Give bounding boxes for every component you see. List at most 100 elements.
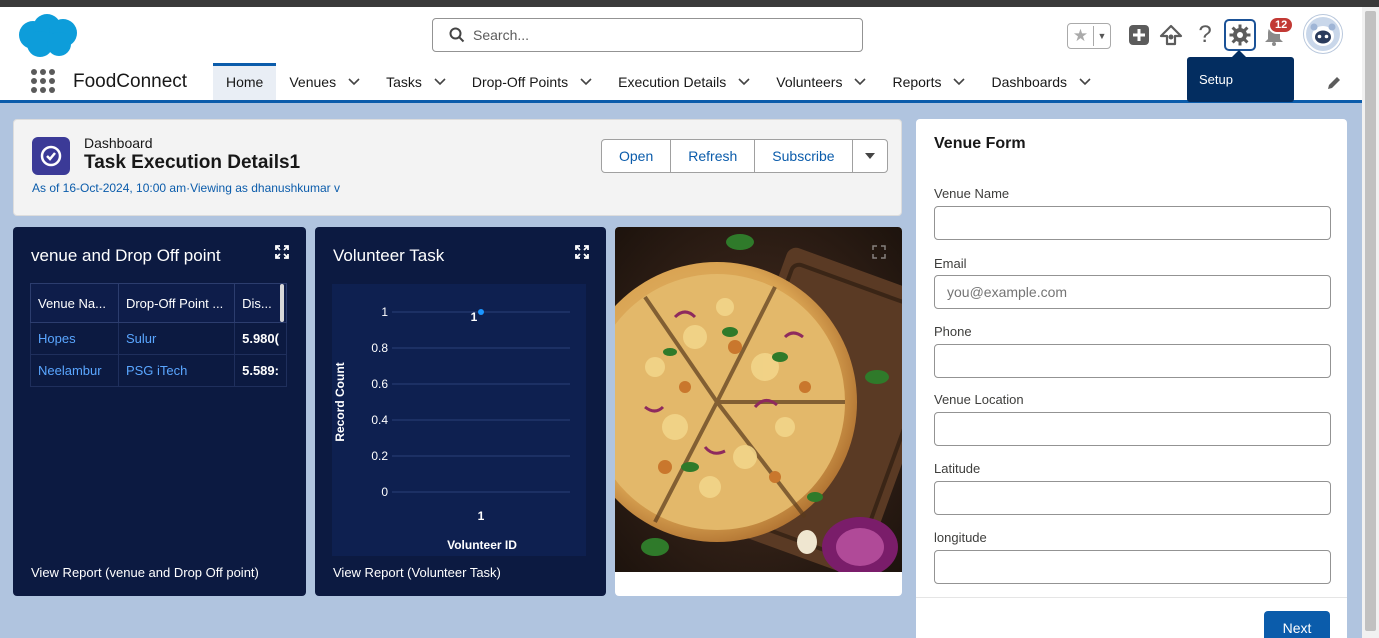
tab-label: Drop-Off Points bbox=[471, 73, 569, 90]
chevron-down-icon[interactable] bbox=[580, 77, 592, 86]
tab-label: Home bbox=[226, 73, 264, 90]
table-header-row: Venue Na... Drop-Off Point ... Dis... bbox=[30, 283, 287, 323]
latitude-field[interactable] bbox=[934, 481, 1331, 515]
global-search-input[interactable]: Search... bbox=[432, 18, 863, 52]
more-actions-button[interactable] bbox=[851, 139, 888, 173]
notification-badge: 12 bbox=[1268, 16, 1295, 34]
data-point[interactable] bbox=[478, 309, 484, 315]
tab-tasks[interactable]: Tasks bbox=[373, 63, 459, 100]
tab-dashboards[interactable]: Dashboards bbox=[978, 63, 1104, 100]
form-divider bbox=[916, 597, 1347, 598]
tab-label: Execution Details bbox=[618, 73, 727, 90]
column-header[interactable]: Dis... bbox=[234, 283, 287, 323]
help-button[interactable]: ? bbox=[1194, 19, 1216, 51]
next-button[interactable]: Next bbox=[1264, 611, 1330, 638]
app-launcher-icon[interactable] bbox=[31, 69, 55, 93]
chevron-down-icon[interactable] bbox=[1079, 77, 1091, 86]
distance-value: 5.589: bbox=[234, 354, 287, 387]
chevron-down-icon[interactable] bbox=[434, 77, 446, 86]
astro-avatar-icon bbox=[1306, 17, 1340, 51]
dashboard-subtitle: As of 16-Oct-2024, 10:00 am·Viewing as d… bbox=[32, 181, 340, 195]
y-tick-label: 0.6 bbox=[371, 377, 388, 391]
pizza-image bbox=[615, 227, 902, 577]
dropoff-link[interactable]: PSG iTech bbox=[117, 354, 236, 387]
y-tick-label: 0.8 bbox=[371, 341, 388, 355]
tab-drop-off-points[interactable]: Drop-Off Points bbox=[459, 63, 605, 100]
chevron-down-icon[interactable]: ▼ bbox=[1094, 31, 1110, 41]
phone-field[interactable] bbox=[934, 344, 1331, 378]
expand-icon[interactable] bbox=[275, 245, 289, 259]
column-header[interactable]: Drop-Off Point ... bbox=[117, 283, 236, 323]
dashboard-button-group: Open Refresh Subscribe bbox=[601, 139, 888, 173]
chevron-down-icon[interactable] bbox=[348, 77, 360, 86]
tab-volunteers[interactable]: Volunteers bbox=[763, 63, 879, 100]
nav-tabs: Home Venues Tasks Drop-Off Points Execution … bbox=[213, 63, 1104, 100]
tab-label: Venues bbox=[289, 73, 337, 90]
y-tick-label: 1 bbox=[381, 305, 388, 319]
gear-icon bbox=[1229, 24, 1251, 46]
dashboard-type-label: Dashboard bbox=[84, 135, 153, 151]
subscribe-button[interactable]: Subscribe bbox=[754, 139, 853, 173]
chevron-down-icon bbox=[864, 153, 875, 159]
open-button[interactable]: Open bbox=[601, 139, 672, 173]
global-actions-button[interactable] bbox=[1127, 19, 1151, 51]
email-label: Email bbox=[934, 256, 967, 271]
y-tick-label: 0.4 bbox=[371, 413, 388, 427]
venue-link[interactable]: Neelambur bbox=[30, 354, 119, 387]
setup-button[interactable] bbox=[1224, 19, 1256, 51]
help-icon: ? bbox=[1198, 21, 1212, 48]
tab-venues[interactable]: Venues bbox=[276, 63, 373, 100]
phone-label: Phone bbox=[934, 324, 972, 339]
chevron-down-icon[interactable] bbox=[953, 77, 966, 86]
tab-execution-details[interactable]: Execution Details bbox=[605, 63, 763, 100]
trailhead-button[interactable] bbox=[1158, 19, 1184, 51]
tab-label: Volunteers bbox=[776, 73, 843, 90]
edit-nav-pencil-icon[interactable] bbox=[1326, 75, 1342, 91]
volunteer-task-card: Volunteer Task 1 0.8 0.6 0.4 0.2 0 1 1 Record Co… bbox=[315, 227, 606, 596]
plus-square-icon bbox=[1129, 25, 1149, 45]
app-name: FoodConnect bbox=[73, 71, 188, 92]
longitude-field[interactable] bbox=[934, 550, 1331, 584]
email-field[interactable] bbox=[934, 275, 1331, 309]
card-title: Volunteer Task bbox=[333, 246, 445, 265]
salesforce-logo[interactable] bbox=[16, 13, 80, 59]
column-header[interactable]: Venue Na... bbox=[30, 283, 119, 323]
expand-icon[interactable] bbox=[872, 245, 886, 259]
y-axis-label: Record Count bbox=[333, 362, 347, 441]
venue-form-panel: Venue Form Venue Name Email Phone Venue … bbox=[916, 119, 1347, 638]
dashboard-title: Task Execution Details1 bbox=[84, 152, 301, 173]
refresh-button[interactable]: Refresh bbox=[670, 139, 756, 173]
view-report-link[interactable]: View Report (Volunteer Task) bbox=[333, 565, 501, 580]
chevron-down-icon[interactable] bbox=[854, 77, 867, 86]
venue-name-field[interactable] bbox=[934, 206, 1331, 240]
dropoff-link[interactable]: Sulur bbox=[117, 322, 236, 355]
user-avatar[interactable] bbox=[1304, 15, 1342, 53]
scrollbar-thumb[interactable] bbox=[1365, 11, 1376, 631]
chevron-down-icon[interactable] bbox=[738, 77, 750, 86]
data-label: 1 bbox=[471, 310, 478, 324]
card-title: venue and Drop Off point bbox=[31, 246, 221, 265]
view-report-link[interactable]: View Report (venue and Drop Off point) bbox=[31, 565, 259, 580]
venue-location-field[interactable] bbox=[934, 412, 1331, 446]
page-scrollbar[interactable] bbox=[1362, 7, 1379, 638]
venue-location-label: Venue Location bbox=[934, 392, 1024, 407]
tab-home[interactable]: Home bbox=[213, 63, 277, 100]
x-axis-label: Volunteer ID bbox=[447, 538, 517, 552]
pizza-image-card bbox=[615, 227, 902, 596]
app-nav-bar: FoodConnect Home Venues Tasks Drop-Off Poin… bbox=[0, 63, 1362, 103]
tab-reports[interactable]: Reports bbox=[879, 63, 978, 100]
star-icon: ★ bbox=[1068, 26, 1094, 46]
venue-link[interactable]: Hopes bbox=[30, 322, 119, 355]
expand-icon[interactable] bbox=[575, 245, 589, 259]
x-tick-label: 1 bbox=[478, 509, 485, 523]
table-row: Neelambur PSG iTech 5.589: bbox=[30, 354, 287, 387]
setup-tooltip: Setup bbox=[1187, 50, 1294, 102]
global-header: Search... ★ ▼ ? 12 bbox=[0, 7, 1362, 63]
scatter-chart: 1 0.8 0.6 0.4 0.2 0 1 1 Record Count Volunteer ID bbox=[333, 305, 570, 552]
dashboard-header: Dashboard Task Execution Details1 As of … bbox=[13, 119, 902, 216]
venue-dropoff-table: Venue Na... Drop-Off Point ... Dis... Ho… bbox=[30, 283, 287, 387]
favorites-button[interactable]: ★ ▼ bbox=[1067, 23, 1111, 49]
search-placeholder: Search... bbox=[473, 27, 530, 43]
table-scrollbar[interactable] bbox=[280, 284, 284, 322]
table-row: Hopes Sulur 5.980( bbox=[30, 322, 287, 355]
